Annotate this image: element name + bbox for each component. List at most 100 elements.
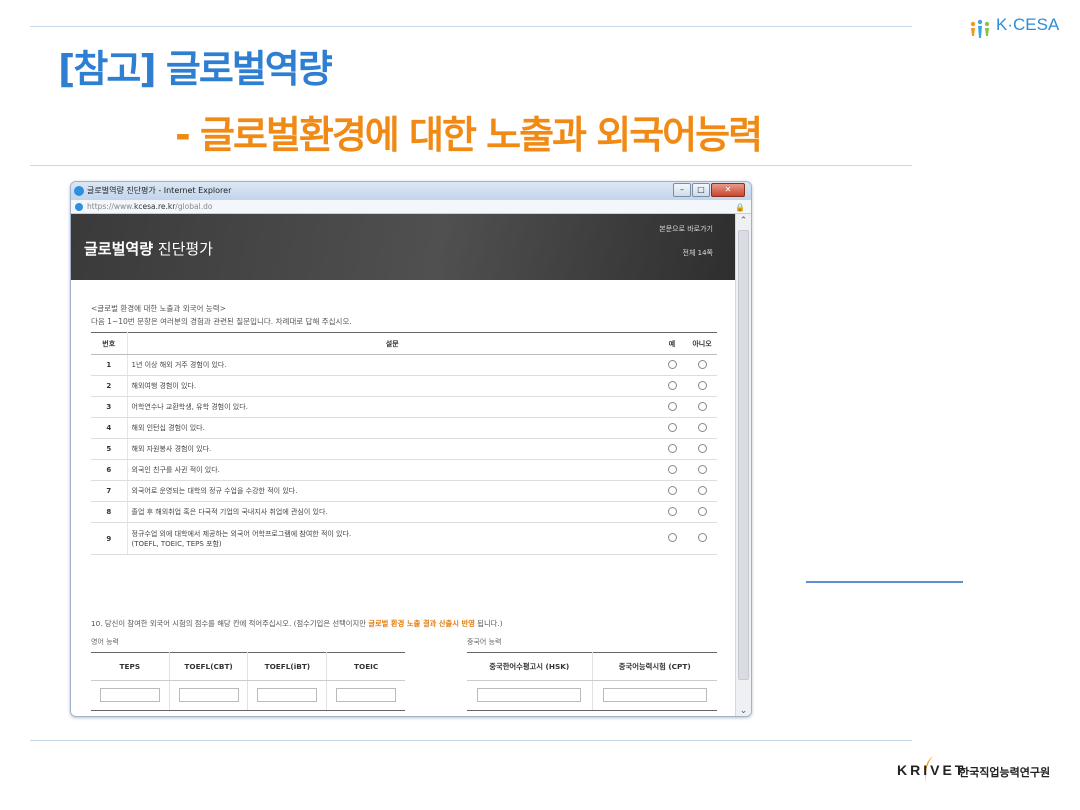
browser-window: 글로벌역량 진단평가 - Internet Explorer – □ ✕ htt…: [70, 181, 752, 717]
address-bar[interactable]: https://www.kcesa.re.kr/global.do 🔒: [71, 200, 751, 214]
question-number: 1: [91, 354, 128, 376]
krivet-logo: KRIVET 한국직업능력연구원: [897, 754, 1057, 790]
slide: [참고] 글로벌역량 - 글로벌환경에 대한 노출과 외국어능력 K·CESA …: [0, 0, 1080, 810]
table-row: 3 어학연수나 교환학생, 유학 경험이 있다.: [91, 396, 717, 418]
toeic-score-input[interactable]: [336, 687, 397, 702]
banner-title-rest: 진단평가: [153, 240, 213, 258]
yes-radio[interactable]: [667, 380, 677, 390]
table-row: 2 해외여행 경험이 있다.: [91, 375, 717, 397]
question-text: 해외 자원봉사 경험이 있다.: [127, 438, 657, 460]
question-text: 외국어로 운영되는 대학의 정규 수업을 수강한 적이 있다.: [127, 480, 657, 502]
header-yes: 예: [657, 332, 687, 355]
table-row: 1 1년 이상 해외 거주 경험이 있다.: [91, 354, 717, 376]
toeic-header: TOEIC: [326, 652, 405, 681]
question-number: 4: [91, 417, 128, 439]
scroll-down-arrow-icon[interactable]: ⌄: [738, 706, 749, 716]
kcesa-wordmark: K·CESA: [996, 15, 1060, 34]
question-text-line2: (TOEFL, TOEIC, TEPS 포함): [131, 539, 222, 548]
intro-block: <글로벌 환경에 대한 노출과 외국어 능력> 다음 1~10번 문항은 여러분…: [91, 302, 352, 328]
url-path: /global.do: [175, 202, 213, 211]
table-row: 6 외국인 친구를 사귄 적이 있다.: [91, 459, 717, 481]
url-prefix: https://www.: [87, 202, 134, 211]
english-ability-label: 영어 능력: [91, 638, 119, 646]
no-radio[interactable]: [697, 380, 707, 390]
bottom-divider: [30, 740, 912, 741]
no-radio[interactable]: [697, 422, 707, 432]
no-radio[interactable]: [697, 401, 707, 411]
question-number: 2: [91, 375, 128, 397]
header-question: 설문: [127, 332, 657, 355]
page-banner: 글로벌역량 진단평가 본문으로 바로가기 전체 14쪽: [71, 214, 737, 280]
intro-text: 다음 1~10번 문항은 여러분의 경험과 관련된 질문입니다. 차례대로 답해…: [91, 317, 352, 326]
no-radio[interactable]: [697, 443, 707, 453]
question-text-line1: 정규수업 외에 대학에서 제공하는 외국어 어학프로그램에 참여한 적이 있다.: [131, 529, 352, 538]
table-row: 5 해외 자원봉사 경험이 있다.: [91, 438, 717, 460]
yes-radio[interactable]: [667, 422, 677, 432]
q10-text-start: 10. 당신이 참여한 외국어 시험의 점수를 해당 칸에 적어주십시오. (점…: [91, 619, 369, 628]
no-radio[interactable]: [697, 506, 707, 516]
question-text: 1년 이상 해외 거주 경험이 있다.: [127, 354, 657, 376]
no-radio[interactable]: [697, 485, 707, 495]
lock-icon[interactable]: 🔒: [735, 201, 745, 215]
table-row: 7 외국어로 운영되는 대학의 정규 수업을 수강한 적이 있다.: [91, 480, 717, 502]
teps-header: TEPS: [91, 652, 170, 681]
kcesa-logo: K·CESA: [968, 12, 1068, 52]
question-text: 정규수업 외에 대학에서 제공하는 외국어 어학프로그램에 참여한 적이 있다.…: [127, 522, 657, 555]
yes-radio[interactable]: [667, 443, 677, 453]
header-number: 번호: [91, 332, 128, 355]
chinese-ability-label: 중국어 능력: [467, 638, 502, 646]
minimize-button[interactable]: –: [673, 183, 691, 197]
toefl-ibt-score-input[interactable]: [257, 687, 318, 702]
browser-titlebar: 글로벌역량 진단평가 - Internet Explorer – □ ✕: [71, 182, 751, 200]
question-text: 해외 인턴십 경험이 있다.: [127, 417, 657, 439]
question-number: 7: [91, 480, 128, 502]
title-divider: [30, 165, 912, 166]
question-10-text: 10. 당신이 참여한 외국어 시험의 점수를 해당 칸에 적어주십시오. (점…: [91, 619, 503, 629]
header-no: 아니오: [687, 332, 717, 355]
teps-score-input[interactable]: [99, 687, 160, 702]
no-radio[interactable]: [697, 533, 707, 542]
table-row: 4 해외 인턴십 경험이 있다.: [91, 417, 717, 439]
yes-radio[interactable]: [667, 506, 677, 516]
banner-title-bold: 글로벌역량: [84, 240, 154, 258]
question-number: 8: [91, 501, 128, 523]
maximize-button[interactable]: □: [692, 183, 710, 197]
survey-table: 번호 설문 예 아니오 1 1년 이상 해외 거주 경험이 있다. 2 해외여행…: [91, 332, 717, 555]
scroll-up-arrow-icon[interactable]: ⌃: [738, 216, 749, 226]
site-favicon-icon: [75, 203, 83, 211]
cpt-score-input[interactable]: [602, 687, 707, 702]
yes-radio[interactable]: [667, 485, 677, 495]
question-text: 어학연수나 교환학생, 유학 경험이 있다.: [127, 396, 657, 418]
vertical-scrollbar[interactable]: ⌃ ⌄: [735, 214, 751, 716]
q10-text-end: 됩니다.): [474, 619, 503, 628]
intro-heading: <글로벌 환경에 대한 노출과 외국어 능력>: [91, 304, 226, 313]
slide-title: [참고] 글로벌역량: [58, 47, 333, 91]
yes-radio[interactable]: [667, 533, 677, 542]
yes-radio[interactable]: [667, 464, 677, 474]
top-divider: [30, 26, 912, 27]
yes-radio[interactable]: [667, 401, 677, 411]
no-radio[interactable]: [697, 464, 707, 474]
toefl-cbt-header: TOEFL(CBT): [169, 652, 249, 681]
hsk-score-input[interactable]: [477, 687, 582, 702]
yes-radio[interactable]: [667, 359, 677, 369]
toefl-cbt-score-input[interactable]: [178, 687, 239, 702]
question-text: 해외여행 경험이 있다.: [127, 375, 657, 397]
toefl-ibt-header: TOEFL(iBT): [247, 652, 328, 681]
krivet-korean-name: 한국직업능력연구원: [959, 766, 1051, 779]
question-number: 9: [91, 522, 128, 555]
skip-to-content-link[interactable]: 본문으로 바로가기: [659, 224, 713, 234]
scroll-thumb[interactable]: [738, 230, 749, 680]
hsk-header: 중국한어수평고시 (HSK): [467, 652, 593, 681]
question-text: 졸업 후 해외취업 혹은 다국적 기업의 국내지사 취업에 관심이 있다.: [127, 501, 657, 523]
total-pages: 전체 14쪽: [682, 249, 713, 257]
english-scores-table: TEPS TOEFL(CBT) TOEFL(iBT) TOEIC: [91, 652, 405, 711]
close-button[interactable]: ✕: [711, 183, 745, 197]
ie-logo-icon: [74, 186, 84, 196]
kcesa-figures-icon: [970, 19, 990, 38]
chinese-scores-table: 중국한어수평고시 (HSK) 중국어능력시험 (CPT): [467, 652, 717, 711]
no-radio[interactable]: [697, 359, 707, 369]
question-number: 5: [91, 438, 128, 460]
banner-title: 글로벌역량 진단평가: [84, 238, 213, 259]
window-controls: – □ ✕: [673, 183, 745, 197]
